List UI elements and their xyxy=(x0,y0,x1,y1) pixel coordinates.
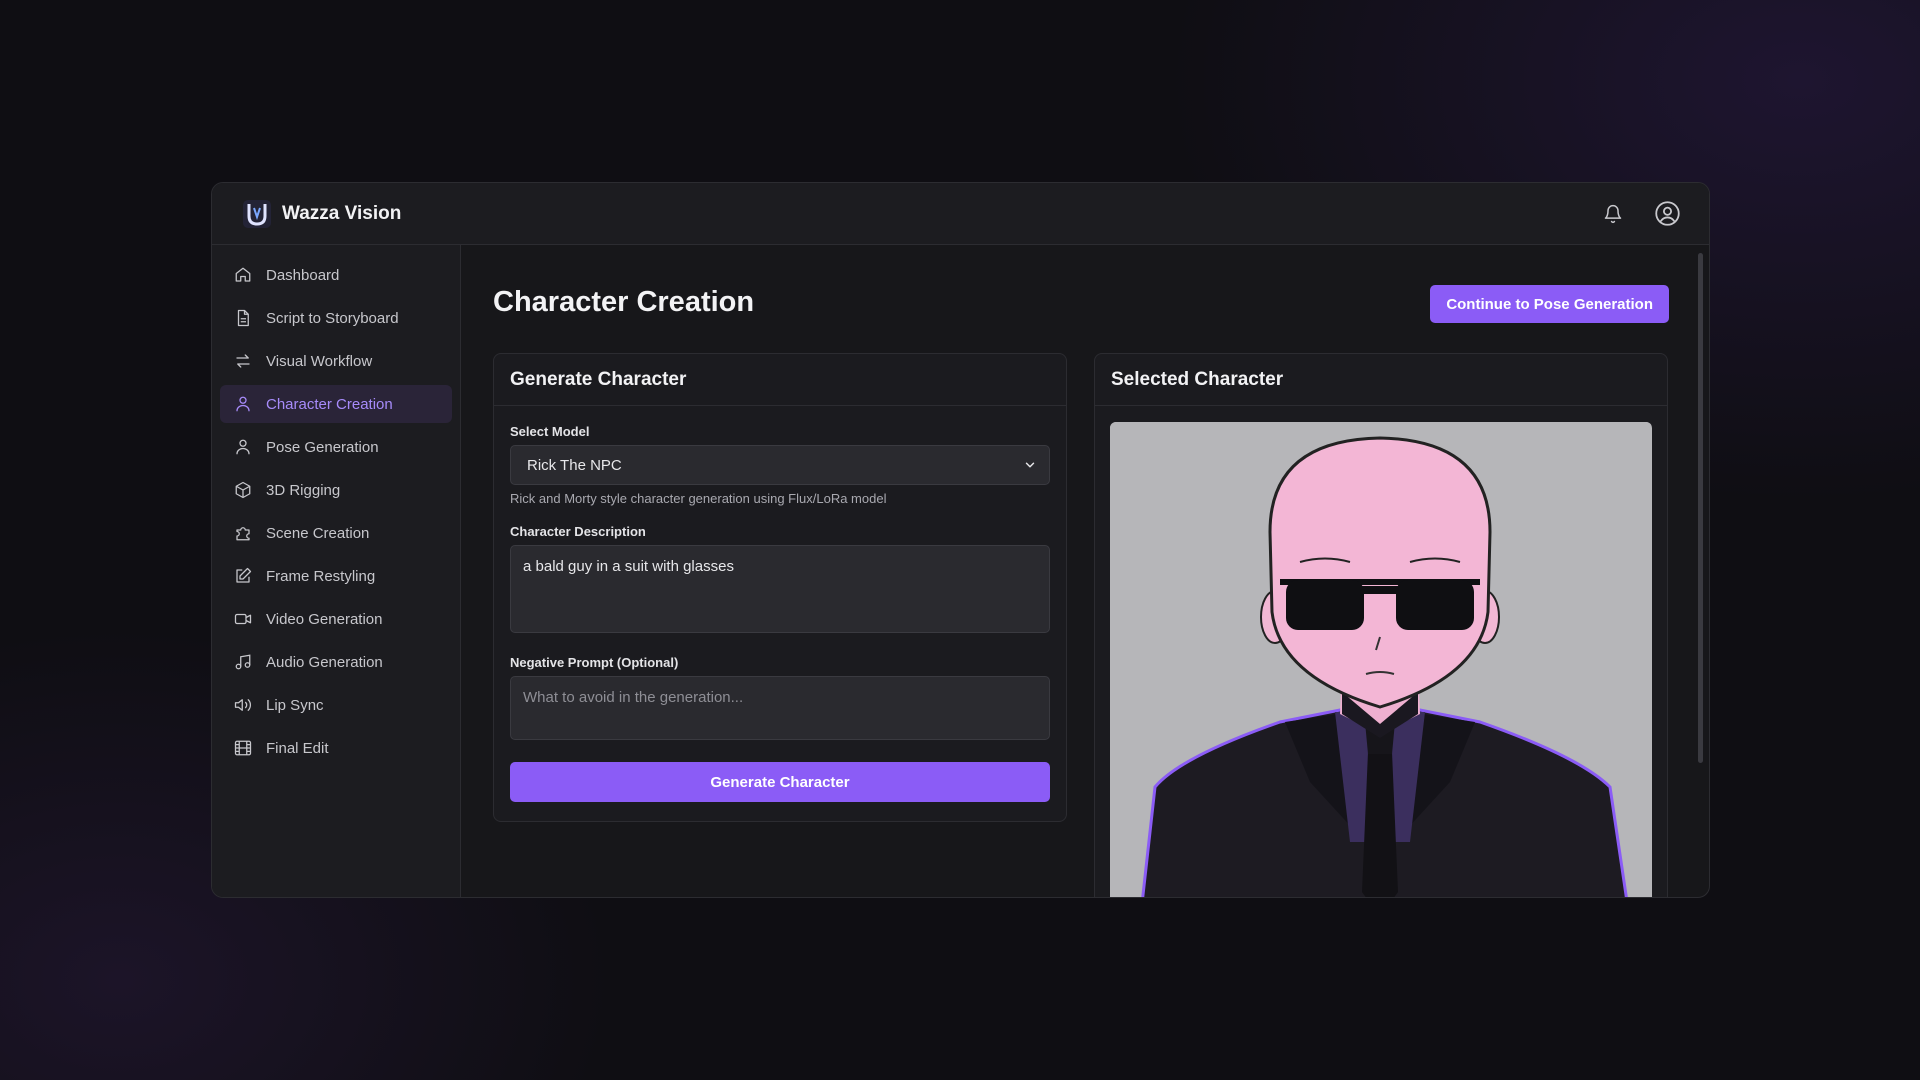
edit-icon xyxy=(236,567,252,583)
app-window: Wazza Vision Dashboard Script to Storybo… xyxy=(211,182,1710,898)
sidebar-item-label: Pose Generation xyxy=(266,438,379,456)
sidebar-item-label: Scene Creation xyxy=(266,524,370,542)
selected-character-image xyxy=(1110,422,1652,897)
description-label: Character Description xyxy=(510,524,646,539)
top-bar: Wazza Vision xyxy=(212,183,1709,245)
main-content: Character Creation Continue to Pose Gene… xyxy=(461,245,1709,897)
continue-to-pose-generation-button[interactable]: Continue to Pose Generation xyxy=(1430,285,1669,323)
film-icon xyxy=(234,740,252,756)
selected-character-card: Selected Character xyxy=(1094,353,1668,897)
user-icon xyxy=(236,439,250,455)
chevron-down-icon xyxy=(1025,462,1035,468)
sidebar-item-label: Audio Generation xyxy=(266,653,383,671)
character-description-input[interactable]: a bald guy in a suit with glasses xyxy=(510,545,1050,633)
sidebar-item-label: Frame Restyling xyxy=(266,567,376,585)
sidebar-item-label: Dashboard xyxy=(266,266,340,284)
music-icon xyxy=(235,654,251,670)
bell-icon xyxy=(1604,204,1622,223)
sidebar-item-label: 3D Rigging xyxy=(266,481,341,499)
sidebar-item-label: Script to Storyboard xyxy=(266,309,399,327)
model-select[interactable]: Rick The NPC xyxy=(510,445,1050,485)
card-title: Selected Character xyxy=(1095,354,1667,406)
sidebar-item-final-edit[interactable]: Final Edit xyxy=(220,729,452,767)
sidebar-item-label: Video Generation xyxy=(266,610,383,628)
model-select-value: Rick The NPC xyxy=(527,456,622,474)
sidebar-item-dashboard[interactable]: Dashboard xyxy=(220,256,452,294)
file-text-icon xyxy=(237,309,249,327)
sidebar-item-3d-rigging[interactable]: 3D Rigging xyxy=(220,471,452,509)
model-help-text: Rick and Morty style character generatio… xyxy=(510,491,887,506)
speaker-icon xyxy=(234,699,252,711)
model-label: Select Model xyxy=(510,424,590,439)
sidebar-item-label: Character Creation xyxy=(266,395,393,413)
negative-prompt-label: Negative Prompt (Optional) xyxy=(510,655,679,670)
sidebar-item-character-creation[interactable]: Character Creation xyxy=(220,385,452,423)
home-icon xyxy=(235,267,251,282)
user-icon xyxy=(236,396,250,412)
sidebar-item-visual-workflow[interactable]: Visual Workflow xyxy=(220,342,452,380)
sidebar-item-label: Final Edit xyxy=(266,739,329,757)
generate-character-button[interactable]: Generate Character xyxy=(510,762,1050,802)
scrollbar[interactable] xyxy=(1698,253,1703,763)
app-title: Wazza Vision xyxy=(282,202,402,224)
sidebar-item-scene-creation[interactable]: Scene Creation xyxy=(220,514,452,552)
sidebar-item-video-generation[interactable]: Video Generation xyxy=(220,600,452,638)
video-icon xyxy=(234,613,252,625)
sidebar-item-script-to-storyboard[interactable]: Script to Storyboard xyxy=(220,299,452,337)
sidebar: Dashboard Script to Storyboard Visual Wo… xyxy=(212,245,461,897)
sidebar-item-audio-generation[interactable]: Audio Generation xyxy=(220,643,452,681)
puzzle-icon xyxy=(236,527,250,541)
card-title: Generate Character xyxy=(494,354,1066,406)
sidebar-item-lip-sync[interactable]: Lip Sync xyxy=(220,686,452,724)
user-circle-icon xyxy=(1654,201,1680,226)
logo-icon xyxy=(243,199,271,228)
page-title: Character Creation xyxy=(493,286,755,318)
sidebar-item-label: Lip Sync xyxy=(266,696,324,714)
cube-icon xyxy=(235,481,251,499)
arrows-swap-icon xyxy=(236,354,250,368)
user-menu-button[interactable] xyxy=(1653,200,1681,228)
sidebar-item-frame-restyling[interactable]: Frame Restyling xyxy=(220,557,452,595)
negative-prompt-input[interactable]: What to avoid in the generation... xyxy=(510,676,1050,740)
notifications-button[interactable] xyxy=(1599,200,1627,228)
sidebar-item-label: Visual Workflow xyxy=(266,352,373,370)
generate-character-card: Generate Character Select Model Rick The… xyxy=(493,353,1067,822)
sidebar-item-pose-generation[interactable]: Pose Generation xyxy=(220,428,452,466)
